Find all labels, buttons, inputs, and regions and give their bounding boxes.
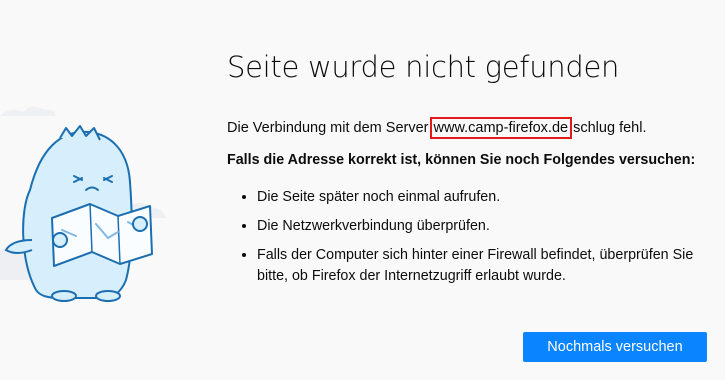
page-title: Seite wurde nicht gefunden (227, 50, 620, 84)
hint-heading: Falls die Adresse korrekt ist, können Si… (227, 152, 696, 168)
description-prefix: Die Verbindung mit dem Server (227, 120, 433, 136)
error-description: Die Verbindung mit dem Server www.camp-f… (227, 117, 647, 139)
suggestion-item: Die Seite später noch einmal aufrufen. (257, 187, 717, 208)
dinosaur-with-map-illustration (0, 90, 170, 310)
description-suffix: schlug fehl. (569, 120, 647, 136)
suggestion-item: Die Netzwerkverbindung überprüfen. (257, 216, 717, 237)
cloud-shape (0, 106, 56, 116)
server-name: www.camp-firefox.de (429, 117, 573, 139)
suggestion-list: Die Seite später noch einmal aufrufen. D… (227, 187, 717, 295)
map-shape (51, 203, 153, 267)
retry-button[interactable]: Nochmals versuchen (523, 332, 707, 362)
suggestion-item: Falls der Computer sich hinter einer Fir… (257, 245, 717, 287)
